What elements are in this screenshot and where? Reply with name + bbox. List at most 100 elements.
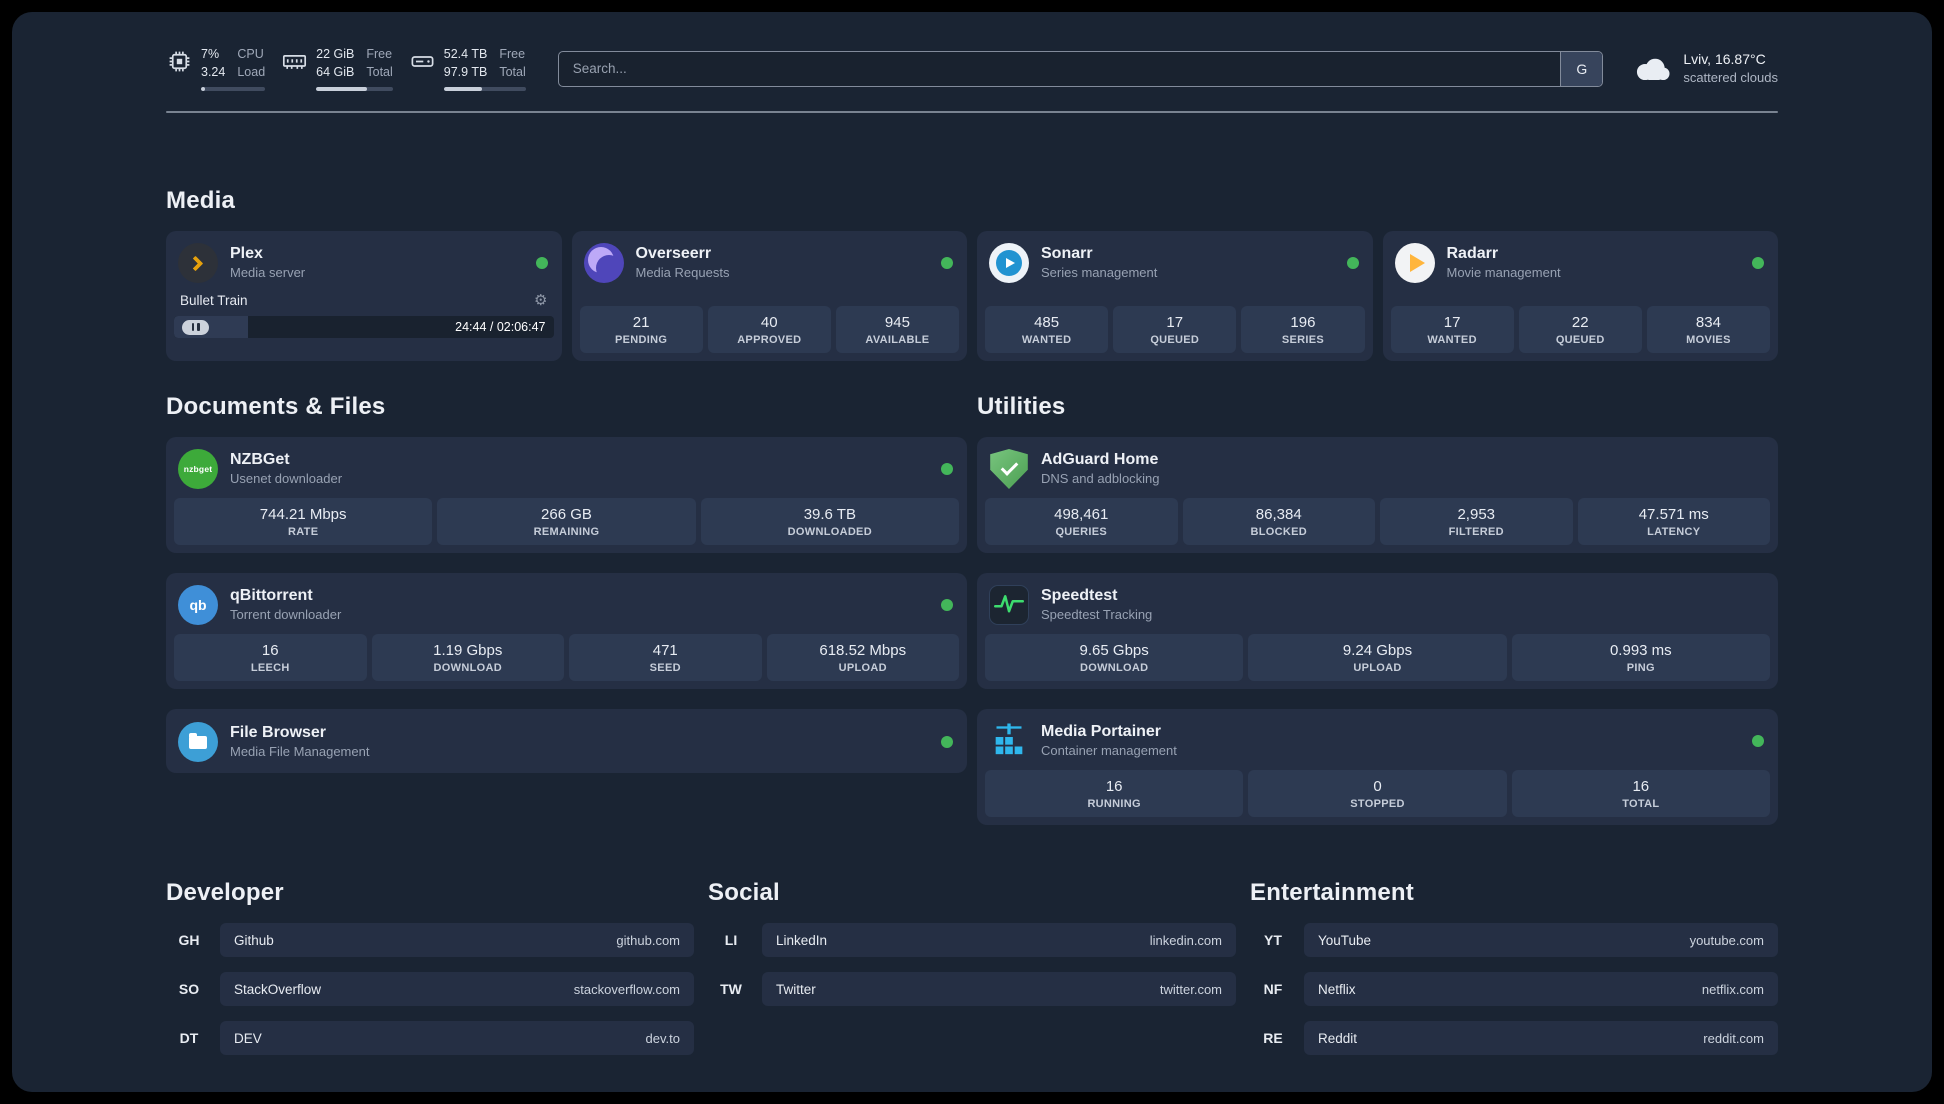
stat-series: 196 SERIES bbox=[1241, 306, 1365, 353]
bookmark-stackoverflow[interactable]: StackOverflow stackoverflow.com bbox=[220, 972, 694, 1006]
section-title-entertainment: Entertainment bbox=[1250, 879, 1414, 906]
card-adguard[interactable]: AdGuard Home DNS and adblocking 498,461 … bbox=[977, 437, 1778, 553]
disk-total-value: 97.9 TB bbox=[443, 64, 488, 79]
bookmark-netflix[interactable]: Netflix netflix.com bbox=[1304, 972, 1778, 1006]
service-subtitle: Media server bbox=[230, 264, 306, 280]
search-provider-button[interactable]: G bbox=[1560, 51, 1603, 86]
card-sonarr[interactable]: Sonarr Series management 485 WANTED 17 Q… bbox=[977, 231, 1373, 361]
card-plex[interactable]: Plex Media server Bullet Train ⚙ 24:44 /… bbox=[166, 231, 562, 361]
service-name: NZBGet bbox=[230, 451, 290, 469]
service-name: AdGuard Home bbox=[1041, 451, 1159, 469]
service-subtitle: Torrent downloader bbox=[230, 606, 342, 622]
bookmark-row: TW Twitter twitter.com bbox=[708, 972, 1236, 1006]
search-bar: G bbox=[557, 50, 1604, 87]
cpu-percent: 7% bbox=[201, 47, 220, 61]
stat-queued: 17 QUEUED bbox=[1113, 306, 1237, 353]
bookmark-row: RE Reddit reddit.com bbox=[1250, 1021, 1778, 1055]
stat-pending: 21 PENDING bbox=[579, 306, 703, 353]
disk-widget: 52.4 TB 97.9 TB Free Total bbox=[409, 46, 526, 91]
disk-free-value: 52.4 TB bbox=[443, 47, 488, 61]
stat-latency: 47.571 ms LATENCY bbox=[1577, 498, 1770, 545]
cloud-icon bbox=[1637, 58, 1670, 81]
section-title-media: Media bbox=[166, 187, 236, 214]
service-subtitle: Media File Management bbox=[230, 743, 370, 759]
stat-upload: 618.52 Mbps UPLOAD bbox=[766, 634, 959, 681]
service-subtitle: Movie management bbox=[1446, 264, 1561, 280]
status-indicator bbox=[941, 736, 953, 748]
cpu-icon bbox=[169, 51, 190, 72]
stat-filtered: 2,953 FILTERED bbox=[1380, 498, 1573, 545]
ram-icon bbox=[283, 55, 307, 69]
service-subtitle: Series management bbox=[1041, 264, 1158, 280]
bookmarks-developer: Developer GH Github github.com SO StackO… bbox=[166, 879, 694, 1070]
stat-leech: 16 LEECH bbox=[174, 634, 367, 681]
filebrowser-icon bbox=[178, 722, 218, 762]
ram-total-label: Total bbox=[366, 64, 393, 79]
now-playing-title: Bullet Train bbox=[180, 293, 248, 308]
service-name: Media Portainer bbox=[1041, 723, 1162, 741]
cpu-usage-bar bbox=[201, 87, 266, 91]
bookmark-abbr: GH bbox=[178, 932, 200, 948]
bookmark-linkedin[interactable]: LinkedIn linkedin.com bbox=[762, 923, 1236, 957]
card-qbittorrent[interactable]: qb qBittorrent Torrent downloader 16 LEE… bbox=[166, 573, 967, 689]
service-name: File Browser bbox=[230, 724, 327, 742]
stat-available: 945 AVAILABLE bbox=[835, 306, 960, 353]
ram-free-value: 22 GiB bbox=[316, 47, 355, 61]
disk-icon bbox=[411, 56, 434, 67]
search-input[interactable] bbox=[558, 51, 1561, 86]
status-indicator bbox=[535, 257, 548, 269]
bookmark-abbr: NF bbox=[1263, 981, 1283, 997]
status-indicator bbox=[941, 599, 953, 611]
section-title-documents: Documents & Files bbox=[166, 393, 386, 420]
bookmark-twitter[interactable]: Twitter twitter.com bbox=[762, 972, 1236, 1006]
speedtest-icon bbox=[989, 585, 1029, 625]
stat-queued: 22 QUEUED bbox=[1518, 306, 1642, 353]
bookmark-row: GH Github github.com bbox=[166, 923, 694, 957]
ram-free-label: Free bbox=[366, 47, 393, 61]
gear-icon[interactable]: ⚙ bbox=[534, 293, 547, 308]
card-overseerr[interactable]: Overseerr Media Requests 21 PENDING 40 A… bbox=[571, 231, 967, 361]
stat-wanted: 485 WANTED bbox=[985, 306, 1109, 353]
sonarr-icon bbox=[989, 243, 1029, 283]
bookmark-abbr: DT bbox=[179, 1030, 199, 1046]
card-speedtest[interactable]: Speedtest Speedtest Tracking 9.65 Gbps D… bbox=[977, 573, 1778, 689]
card-radarr[interactable]: Radarr Movie management 17 WANTED 22 QUE… bbox=[1382, 231, 1778, 361]
stat-ping: 0.993 ms PING bbox=[1511, 634, 1770, 681]
stat-seed: 471 SEED bbox=[569, 634, 762, 681]
bookmark-youtube[interactable]: YouTube youtube.com bbox=[1304, 923, 1778, 957]
section-title-utilities: Utilities bbox=[977, 393, 1066, 420]
media-grid: Plex Media server Bullet Train ⚙ 24:44 /… bbox=[166, 231, 1778, 361]
service-name: Overseerr bbox=[635, 245, 712, 263]
status-indicator bbox=[1346, 257, 1359, 269]
status-indicator bbox=[941, 257, 953, 269]
bookmark-dev[interactable]: DEV dev.to bbox=[220, 1021, 694, 1055]
bookmark-abbr: LI bbox=[724, 932, 738, 948]
status-indicator bbox=[1752, 735, 1764, 747]
ram-widget: 22 GiB 64 GiB Free Total bbox=[281, 46, 393, 91]
bookmark-row: SO StackOverflow stackoverflow.com bbox=[166, 972, 694, 1006]
service-subtitle: DNS and adblocking bbox=[1041, 470, 1160, 486]
bookmark-github[interactable]: Github github.com bbox=[220, 923, 694, 957]
cpu-widget: 7% 3.24 CPU Load bbox=[166, 46, 266, 91]
weather-location: Lviv, 16.87°C bbox=[1683, 51, 1766, 68]
card-filebrowser[interactable]: File Browser Media File Management bbox=[166, 709, 967, 773]
stat-queries: 498,461 QUERIES bbox=[985, 498, 1178, 545]
stat-running: 16 RUNNING bbox=[985, 770, 1244, 817]
radarr-icon bbox=[1394, 243, 1435, 283]
service-subtitle: Container management bbox=[1041, 742, 1177, 758]
section-title-social: Social bbox=[708, 879, 780, 906]
service-subtitle: Speedtest Tracking bbox=[1041, 606, 1153, 622]
playback-progress-bar: 24:44 / 02:06:47 bbox=[174, 316, 554, 338]
bookmark-row: LI LinkedIn linkedin.com bbox=[708, 923, 1236, 957]
card-nzbget[interactable]: nzbget NZBGet Usenet downloader 744.21 M… bbox=[166, 437, 967, 553]
card-portainer[interactable]: Media Portainer Container management 16 … bbox=[977, 709, 1778, 825]
pause-button[interactable] bbox=[182, 319, 209, 335]
bookmark-abbr: RE bbox=[1263, 1030, 1283, 1046]
bookmark-reddit[interactable]: Reddit reddit.com bbox=[1304, 1021, 1778, 1055]
stat-approved: 40 APPROVED bbox=[707, 306, 831, 353]
plex-icon bbox=[178, 243, 218, 283]
cpu-load-value: 3.24 bbox=[201, 64, 226, 79]
stat-wanted: 17 WANTED bbox=[1390, 306, 1514, 353]
weather-widget[interactable]: Lviv, 16.87°C scattered clouds bbox=[1631, 50, 1778, 86]
section-title-developer: Developer bbox=[166, 879, 284, 906]
